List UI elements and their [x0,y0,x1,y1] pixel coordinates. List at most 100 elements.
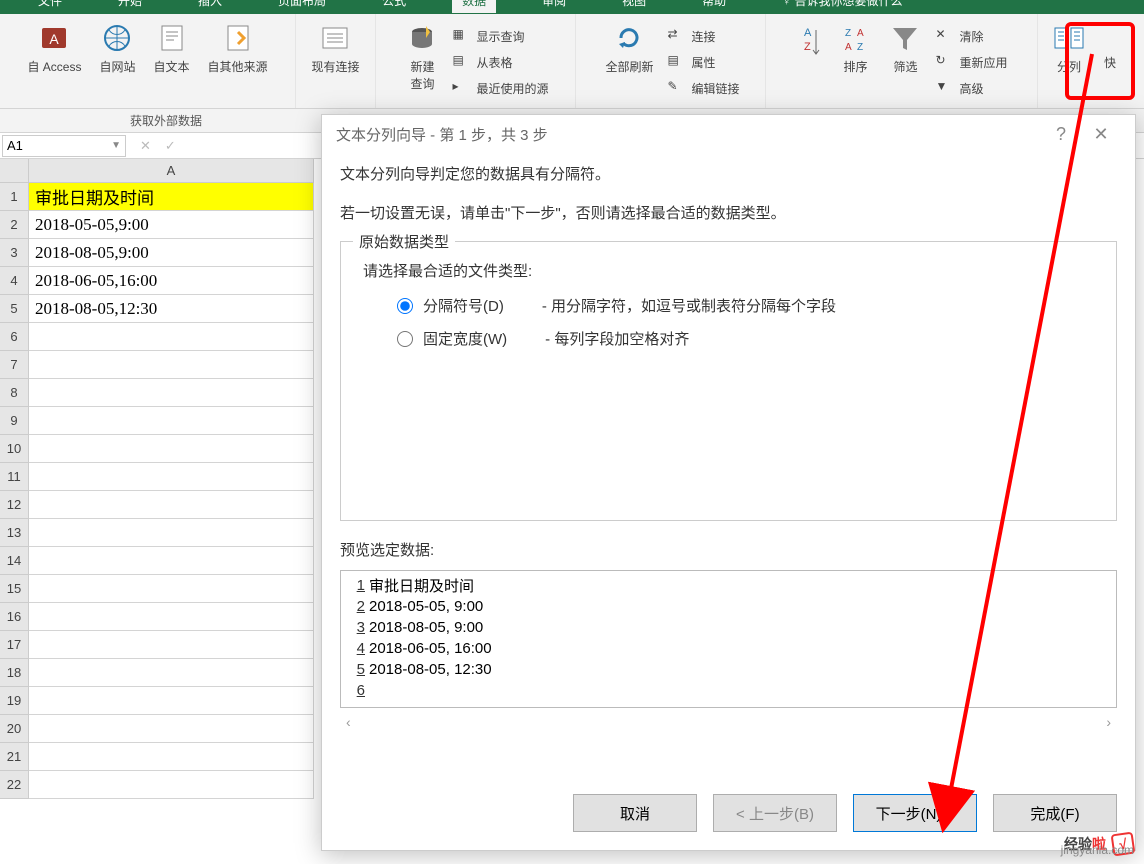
row-header[interactable]: 18 [0,659,29,687]
row-header[interactable]: 19 [0,687,29,715]
dialog-close-button[interactable]: ✕ [1081,124,1121,145]
cell[interactable] [29,687,314,715]
row-header[interactable]: 16 [0,603,29,631]
new-query-button[interactable]: 新建 查询 [402,18,442,108]
radio-delimited[interactable] [397,298,413,314]
row-header[interactable]: 2 [0,211,29,239]
name-box[interactable]: A1▼ [2,135,126,157]
cell[interactable] [29,519,314,547]
row-header[interactable]: 14 [0,547,29,575]
tab-review[interactable]: 审阅 [532,0,576,13]
cell[interactable] [29,631,314,659]
from-access-button[interactable]: A 自 Access [23,18,85,108]
cell[interactable] [29,463,314,491]
row-header[interactable]: 17 [0,631,29,659]
sort-button[interactable]: ZAAZ 排序 [835,18,875,108]
tab-data[interactable]: 数据 [452,0,496,13]
cell[interactable]: 2018-06-05,16:00 [29,267,314,295]
row-header[interactable]: 6 [0,323,29,351]
show-queries-button[interactable]: ▦显示查询 [452,24,548,48]
edit-links-button[interactable]: ✎编辑链接 [668,76,740,100]
cell[interactable] [29,379,314,407]
cell[interactable] [29,659,314,687]
cell[interactable] [29,771,314,799]
refresh-all-button[interactable]: 全部刷新 [601,18,657,108]
scroll-right-icon[interactable]: › [1106,714,1111,730]
flash-fill-button[interactable]: 快 [1100,14,1120,108]
row-header[interactable]: 20 [0,715,29,743]
cell[interactable] [29,603,314,631]
fieldset-legend: 原始数据类型 [353,231,455,252]
cell[interactable]: 审批日期及时间 [29,183,314,211]
row-header[interactable]: 5 [0,295,29,323]
name-box-dropdown-icon[interactable]: ▼ [111,140,121,151]
preview-row: 22018-05-05, 9:00 [349,596,1108,617]
row-header[interactable]: 3 [0,239,29,267]
tab-start[interactable]: 开始 [108,0,152,13]
from-text-button[interactable]: 自文本 [150,18,194,108]
sort-az-button[interactable]: AZ [795,18,825,108]
scroll-left-icon[interactable]: ‹ [346,714,351,730]
tab-layout[interactable]: 页面布局 [268,0,336,13]
row-header[interactable]: 21 [0,743,29,771]
cell[interactable]: 2018-08-05,12:30 [29,295,314,323]
cell[interactable] [29,435,314,463]
tab-insert[interactable]: 插入 [188,0,232,13]
tab-view[interactable]: 视图 [612,0,656,13]
from-table-button[interactable]: ▤从表格 [452,50,548,74]
tab-file[interactable]: 文件 [28,0,72,13]
ribbon-tabs: 文件 开始 插入 页面布局 公式 数据 审阅 视图 帮助 ♀ 告诉我你想要做什么 [0,0,1144,14]
filter-button[interactable]: 筛选 [885,18,925,108]
cancel-edit-icon[interactable]: ✕ [140,138,151,154]
recent-sources-button[interactable]: ▸最近使用的源 [452,76,548,100]
row-header[interactable]: 4 [0,267,29,295]
row-header[interactable]: 22 [0,771,29,799]
row-header[interactable]: 15 [0,575,29,603]
from-other-button[interactable]: 自其他来源 [204,18,272,108]
row-header[interactable]: 8 [0,379,29,407]
radio-fixed-width[interactable] [397,331,413,347]
cell[interactable] [29,715,314,743]
cell[interactable] [29,743,314,771]
cell[interactable]: 2018-05-05,9:00 [29,211,314,239]
dialog-info-2: 若一切设置无误，请单击"下一步"，否则请选择最合适的数据类型。 [340,202,1117,223]
confirm-edit-icon[interactable]: ✓ [165,138,176,154]
columns-icon [1053,22,1085,54]
row-header[interactable]: 9 [0,407,29,435]
other-sources-icon [222,22,254,54]
cancel-button[interactable]: 取消 [573,794,697,832]
reapply-button[interactable]: ↻重新应用 [935,50,1007,74]
select-all-corner[interactable] [0,159,29,183]
existing-connections-button[interactable]: 现有连接 [307,18,363,108]
row-header[interactable]: 1 [0,183,29,211]
dialog-help-button[interactable]: ? [1041,124,1081,145]
row-header[interactable]: 12 [0,491,29,519]
search-hint[interactable]: ♀ 告诉我你想要做什么 [772,0,912,13]
cell[interactable] [29,491,314,519]
clear-filter-button[interactable]: ✕清除 [935,24,1007,48]
text-to-columns-button[interactable]: 分列 [1049,18,1089,108]
from-web-button[interactable]: 自网站 [95,18,139,108]
row-header[interactable]: 10 [0,435,29,463]
cell[interactable] [29,407,314,435]
cell[interactable]: 2018-08-05,9:00 [29,239,314,267]
row-header[interactable]: 13 [0,519,29,547]
cell[interactable] [29,323,314,351]
preview-row: 6 [349,680,1108,701]
tab-formula[interactable]: 公式 [372,0,416,13]
advanced-filter-button[interactable]: ▼高级 [935,76,1007,100]
back-button[interactable]: < 上一步(B) [713,794,837,832]
properties-button[interactable]: ▤属性 [668,50,740,74]
tab-help[interactable]: 帮助 [692,0,736,13]
row-header[interactable]: 11 [0,463,29,491]
cell[interactable] [29,575,314,603]
cell[interactable] [29,351,314,379]
column-header-A[interactable]: A [29,159,314,183]
connections-button[interactable]: ⇄连接 [668,24,740,48]
finish-button[interactable]: 完成(F) [993,794,1117,832]
choose-type-label: 请选择最合适的文件类型: [363,260,1094,281]
cell[interactable] [29,547,314,575]
row-header[interactable]: 7 [0,351,29,379]
preview-box[interactable]: 1审批日期及时间22018-05-05, 9:0032018-08-05, 9:… [340,570,1117,708]
next-button[interactable]: 下一步(N) > [853,794,977,832]
